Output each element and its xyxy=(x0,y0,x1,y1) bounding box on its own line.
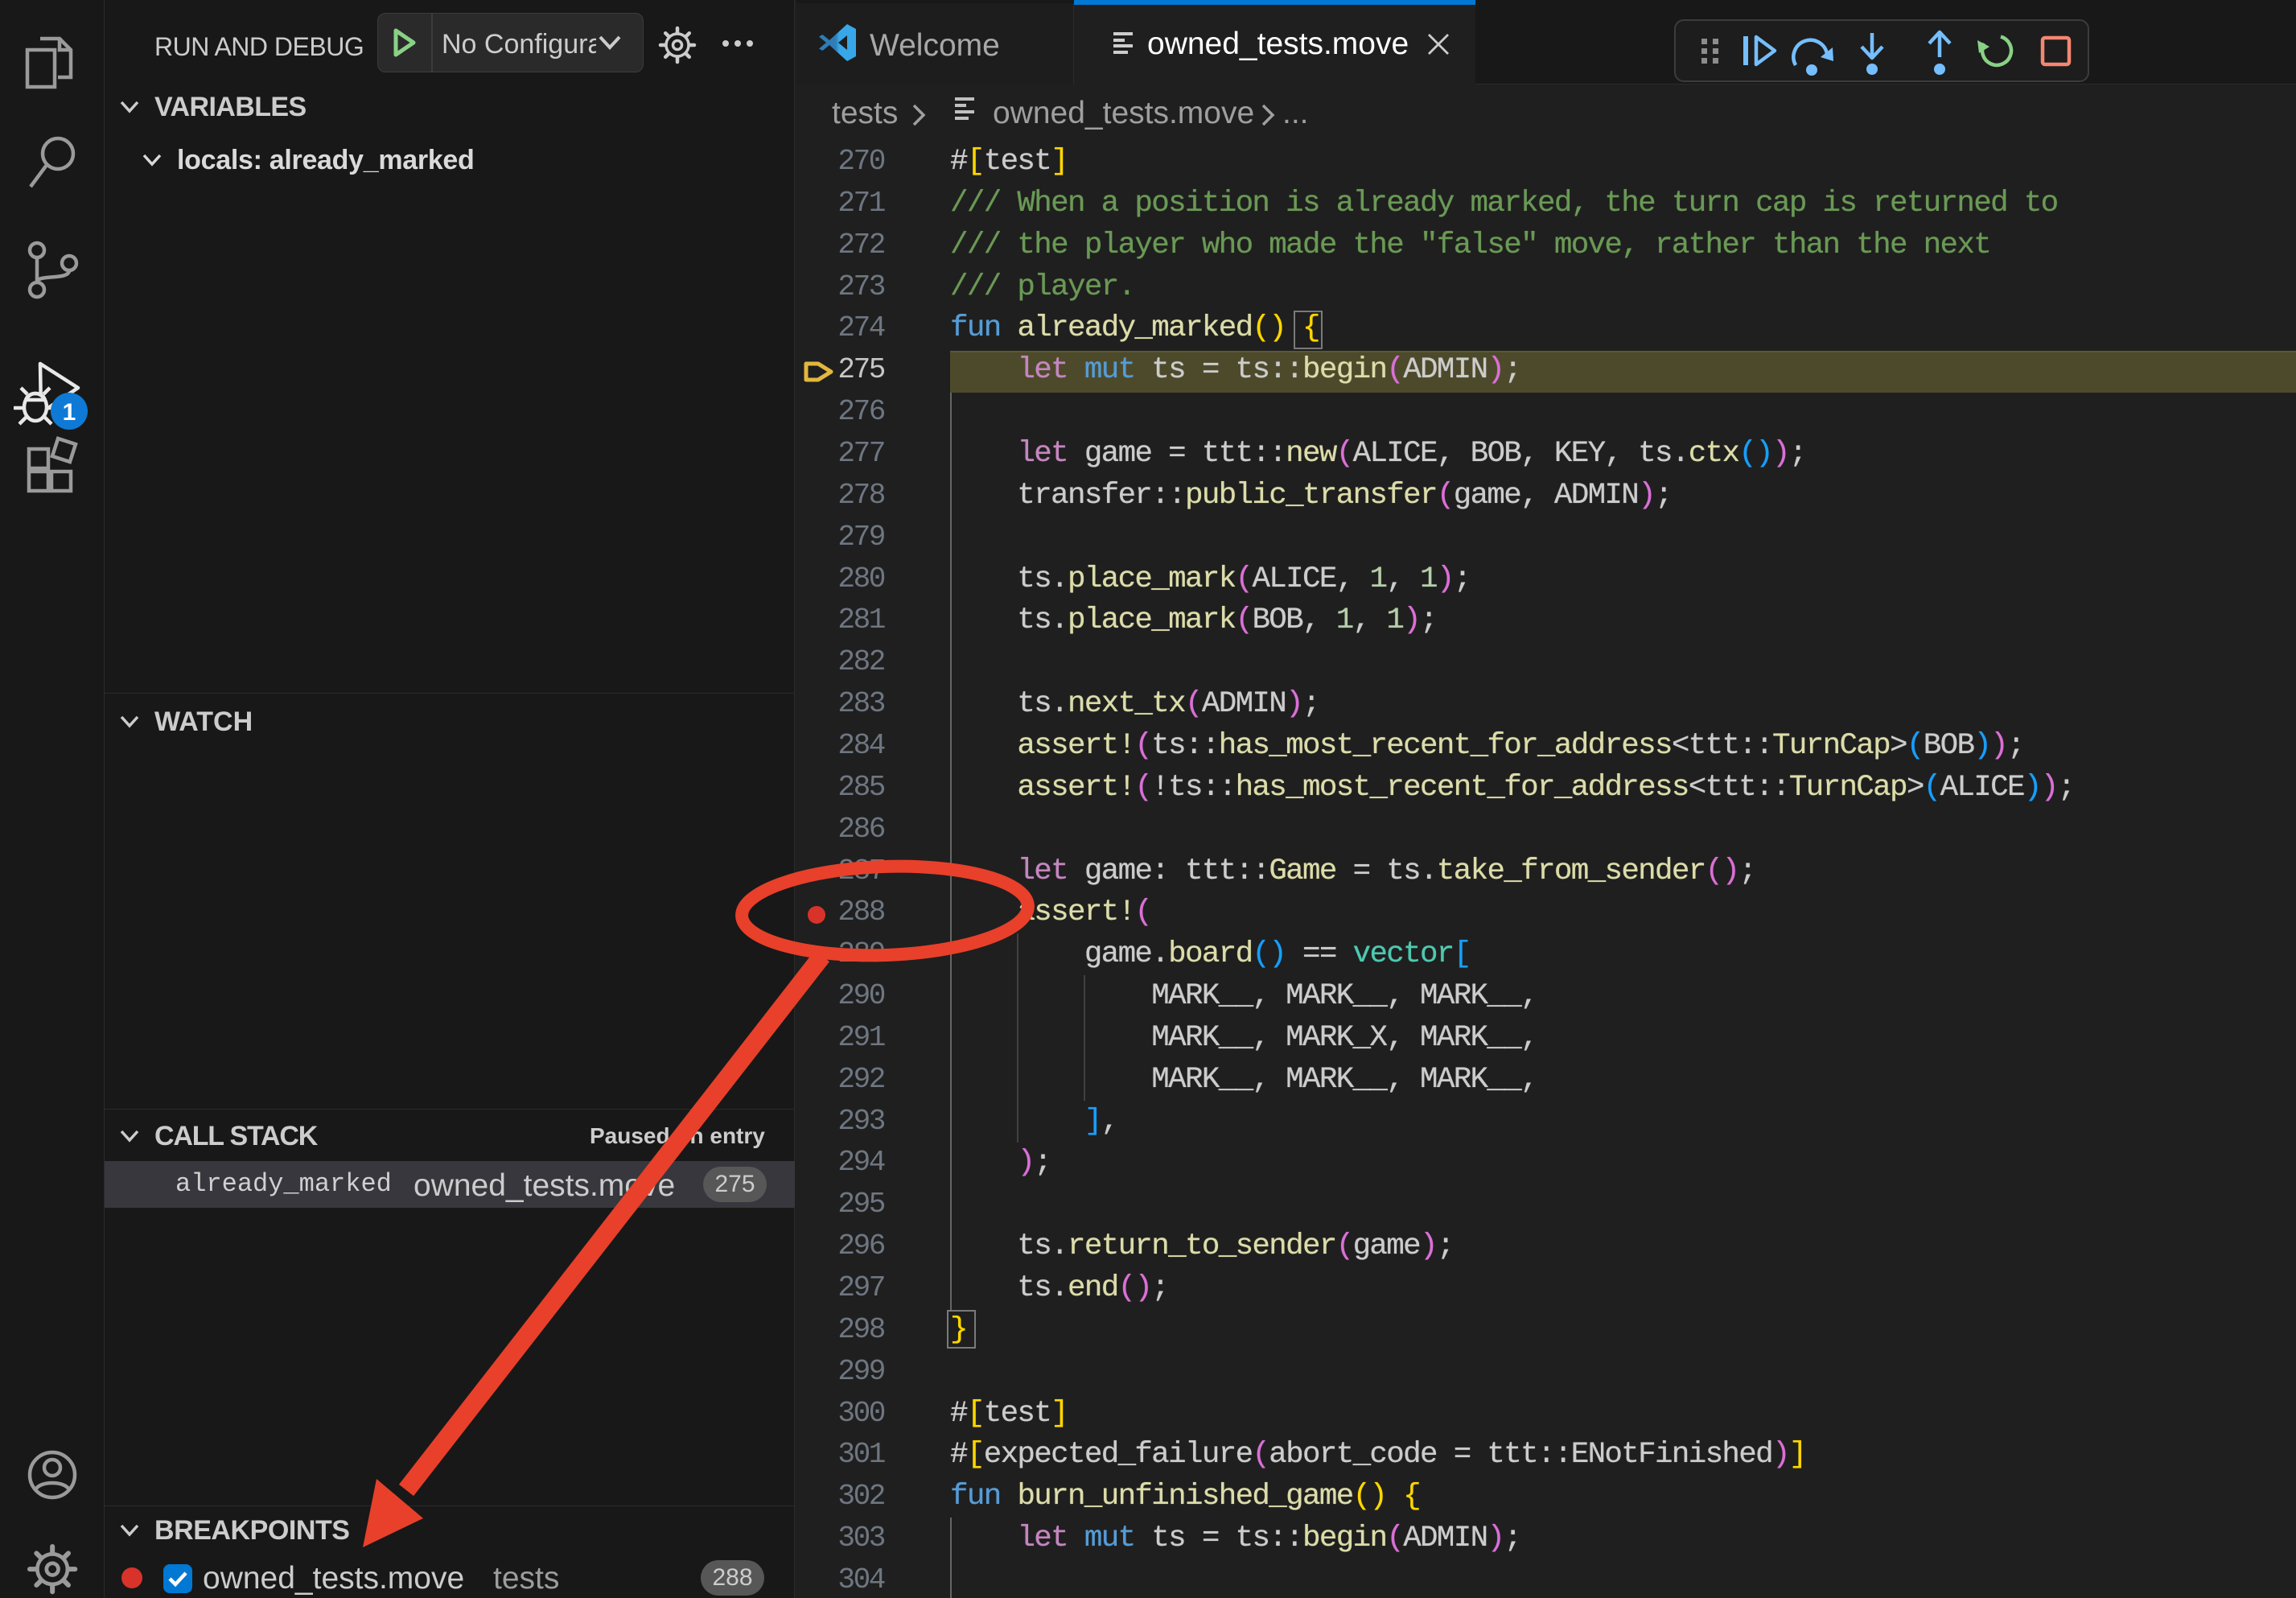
svg-text:1: 1 xyxy=(63,399,76,426)
